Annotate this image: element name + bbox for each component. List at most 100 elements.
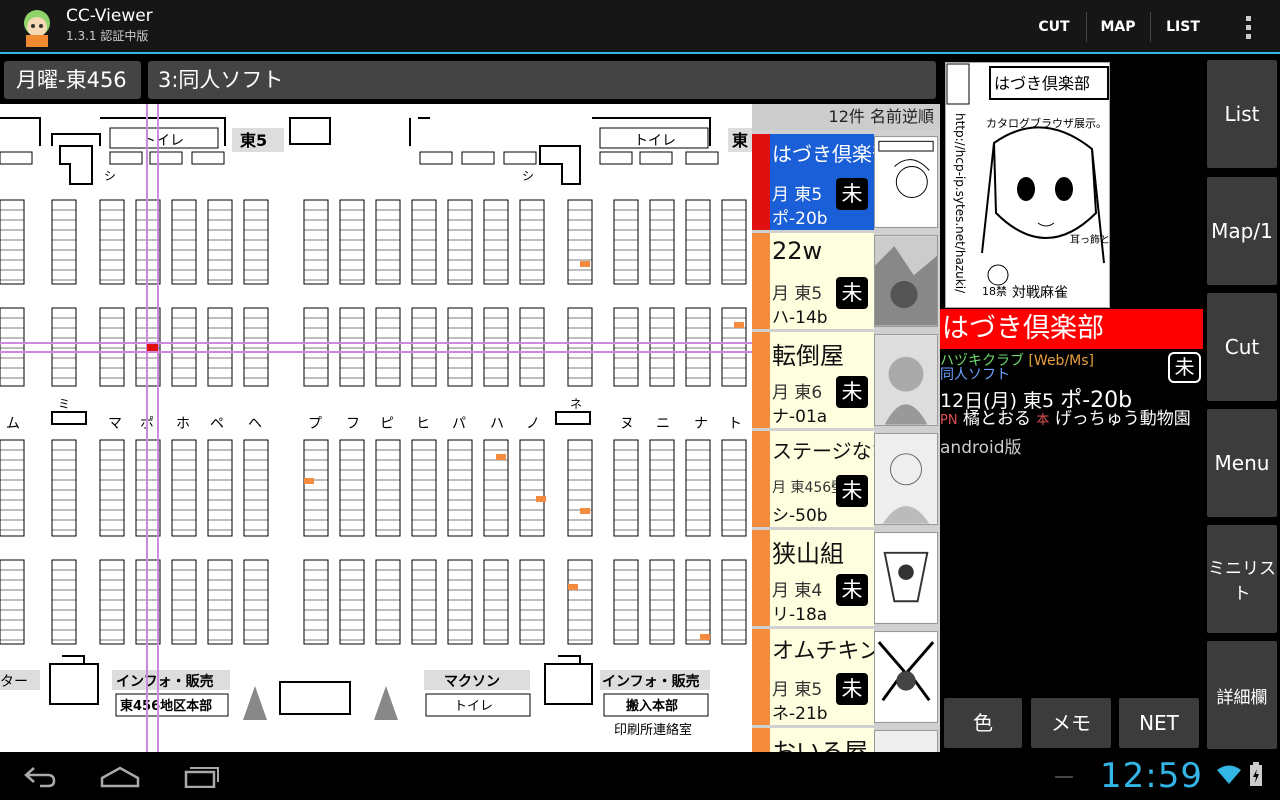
booth-block[interactable] — [207, 439, 233, 537]
booth-block[interactable] — [243, 439, 269, 537]
booth-block[interactable] — [171, 199, 197, 285]
booth-block[interactable] — [207, 559, 233, 645]
list-item[interactable]: ステージなな 月 東456壁 シ-50b 未 — [752, 431, 940, 527]
cut-action-button[interactable]: CUT — [1024, 0, 1084, 54]
booth-block[interactable] — [447, 307, 473, 387]
net-button[interactable]: NET — [1119, 698, 1199, 748]
booth-block[interactable] — [303, 559, 329, 645]
list-item[interactable]: 転倒屋 月 東6 ナ-01a 未 — [752, 332, 940, 428]
booth-block[interactable] — [243, 307, 269, 387]
memo-button[interactable]: メモ — [1031, 698, 1111, 748]
circle-list[interactable]: 12件 名前逆順 はづき倶楽部 月 東5 ポ-20b 未 22w 月 東5 ハ-… — [752, 104, 940, 752]
circle-cut-image[interactable]: はづき倶楽部 http://hcp-ip.sytes.net/hazuki/ カ… — [945, 62, 1110, 308]
map-action-button[interactable]: MAP — [1090, 0, 1146, 54]
bookmark-marker[interactable] — [496, 454, 506, 460]
map-side-button[interactable]: Map/1 — [1207, 177, 1277, 285]
booth-block[interactable] — [721, 439, 747, 537]
hall-map[interactable]: 東5 東 トイレ トイレ シ シ ミ ネ ムマポホペヘプフピヒパハノヌニナト タ… — [0, 104, 752, 752]
booth-block[interactable] — [411, 559, 437, 645]
list-action-button[interactable]: LIST — [1154, 0, 1212, 54]
booth-block[interactable] — [613, 199, 639, 285]
booth-block[interactable] — [99, 559, 125, 645]
genre-selector[interactable]: 3:同人ソフト — [148, 61, 936, 99]
booth-block[interactable] — [483, 559, 509, 645]
booth-block[interactable] — [243, 559, 269, 645]
booth-block[interactable] — [375, 559, 401, 645]
booth-block[interactable] — [339, 199, 365, 285]
bookmark-marker[interactable] — [700, 634, 710, 640]
booth-block[interactable] — [519, 559, 545, 645]
booth-block[interactable] — [447, 199, 473, 285]
booth-block[interactable] — [649, 559, 675, 645]
bookmark-marker[interactable] — [536, 496, 546, 502]
booth-block[interactable] — [447, 439, 473, 537]
booth-block[interactable] — [483, 199, 509, 285]
booth-block[interactable] — [613, 307, 639, 387]
booth-block[interactable] — [207, 199, 233, 285]
booth-block[interactable] — [303, 439, 329, 537]
booth-block[interactable] — [721, 307, 747, 387]
selected-space-marker[interactable] — [147, 344, 158, 351]
booth-block[interactable] — [339, 559, 365, 645]
recent-apps-icon[interactable] — [182, 764, 222, 788]
booth-block[interactable] — [613, 439, 639, 537]
bookmark-marker[interactable] — [580, 261, 590, 267]
booth-block[interactable] — [171, 439, 197, 537]
booth-block[interactable] — [0, 199, 25, 285]
booth-block[interactable] — [649, 439, 675, 537]
color-button[interactable]: 色 — [944, 698, 1022, 748]
bookmark-marker[interactable] — [304, 478, 314, 484]
booth-block[interactable] — [375, 307, 401, 387]
booth-block[interactable] — [99, 307, 125, 387]
booth-block[interactable] — [519, 199, 545, 285]
booth-block[interactable] — [303, 199, 329, 285]
minilist-side-button[interactable]: ミニリスト — [1207, 525, 1277, 633]
booth-block[interactable] — [567, 439, 593, 537]
list-item[interactable]: 22w 月 東5 ハ-14b 未 — [752, 233, 940, 329]
booth-block[interactable] — [51, 307, 77, 387]
booth-block[interactable] — [99, 199, 125, 285]
booth-block[interactable] — [171, 559, 197, 645]
booth-block[interactable] — [0, 559, 25, 645]
booth-block[interactable] — [207, 307, 233, 387]
list-item[interactable]: おいろ屋 — [752, 728, 940, 752]
booth-block[interactable] — [411, 307, 437, 387]
list-item[interactable]: オムチキン 月 東5 ネ-21b 未 — [752, 629, 940, 725]
status-badge[interactable]: 未 — [1168, 352, 1201, 383]
overflow-menu-icon[interactable] — [1234, 14, 1262, 42]
booth-block[interactable] — [375, 199, 401, 285]
booth-block[interactable] — [51, 439, 77, 537]
app-icon[interactable] — [16, 5, 58, 49]
booth-block[interactable] — [649, 307, 675, 387]
booth-block[interactable] — [721, 199, 747, 285]
booth-block[interactable] — [447, 559, 473, 645]
bookmark-marker[interactable] — [568, 584, 578, 590]
booth-block[interactable] — [243, 199, 269, 285]
home-icon[interactable] — [100, 764, 140, 788]
cut-side-button[interactable]: Cut — [1207, 293, 1277, 401]
booth-block[interactable] — [721, 559, 747, 645]
booth-block[interactable] — [303, 307, 329, 387]
booth-block[interactable] — [567, 559, 593, 645]
bookmark-marker[interactable] — [734, 322, 744, 328]
booth-block[interactable] — [567, 199, 593, 285]
booth-block[interactable] — [519, 439, 545, 537]
day-hall-selector[interactable]: 月曜-東456 — [4, 61, 141, 99]
booth-block[interactable] — [171, 307, 197, 387]
bookmark-marker[interactable] — [580, 508, 590, 514]
booth-block[interactable] — [613, 559, 639, 645]
booth-block[interactable] — [411, 199, 437, 285]
booth-block[interactable] — [411, 439, 437, 537]
booth-block[interactable] — [339, 307, 365, 387]
menu-side-button[interactable]: Menu — [1207, 409, 1277, 517]
list-item[interactable]: はづき倶楽部 月 東5 ポ-20b 未 — [752, 134, 940, 230]
booth-block[interactable] — [51, 559, 77, 645]
booth-block[interactable] — [685, 199, 711, 285]
booth-block[interactable] — [567, 307, 593, 387]
booth-block[interactable] — [483, 307, 509, 387]
booth-block[interactable] — [99, 439, 125, 537]
booth-block[interactable] — [519, 307, 545, 387]
booth-block[interactable] — [51, 199, 77, 285]
back-icon[interactable] — [22, 764, 58, 788]
booth-block[interactable] — [685, 439, 711, 537]
